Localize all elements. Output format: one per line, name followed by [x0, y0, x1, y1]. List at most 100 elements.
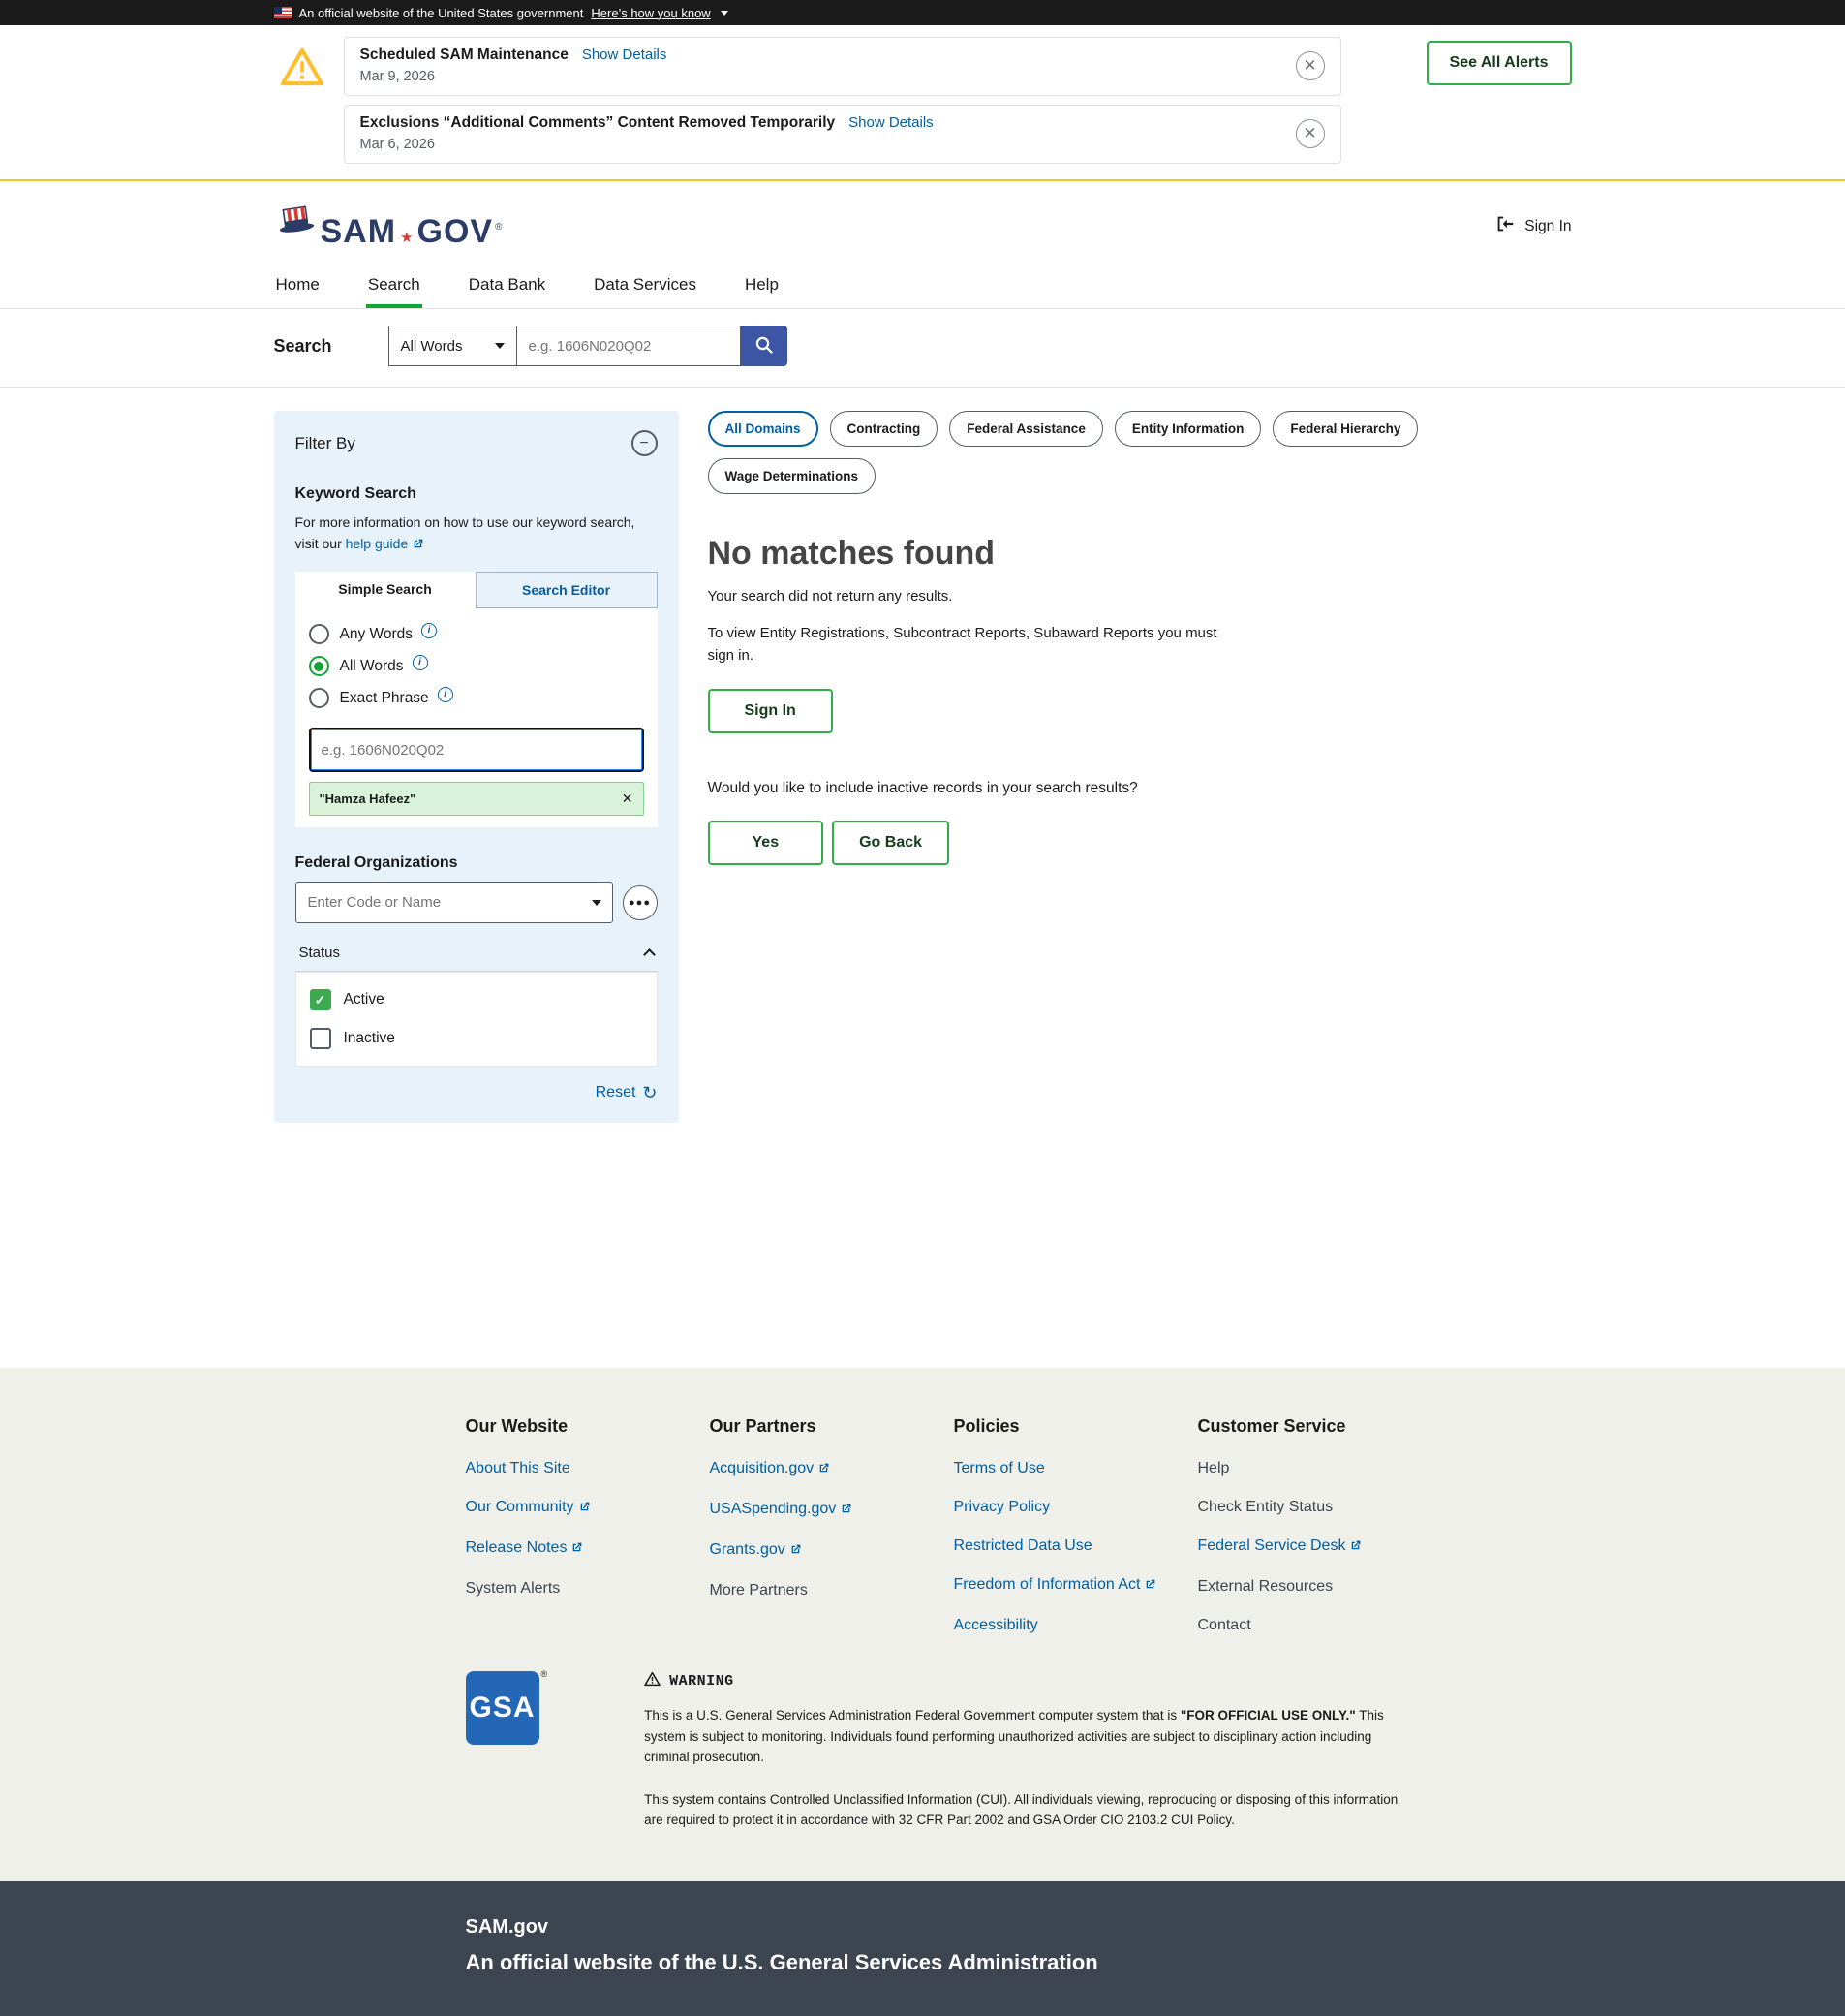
global-search-input[interactable] [516, 326, 741, 366]
results-sign-in-button[interactable]: Sign In [708, 689, 833, 733]
keyword-tag: "Hamza Hafeez" ✕ [309, 782, 644, 816]
checkbox-unchecked-icon[interactable] [310, 1028, 331, 1049]
show-details-link[interactable]: Show Details [582, 47, 667, 63]
remove-tag-icon[interactable]: ✕ [622, 791, 633, 807]
tab-search-editor[interactable]: Search Editor [476, 572, 658, 608]
refresh-icon[interactable]: ↻ [642, 1084, 657, 1101]
pill-entity-information[interactable]: Entity Information [1115, 411, 1262, 447]
active-label: Active [344, 991, 384, 1008]
footer-link-label: Freedom of Information Act [954, 1576, 1141, 1593]
status-option-inactive[interactable]: Inactive [296, 1019, 657, 1058]
footer-link-check-entity-status[interactable]: Check Entity Status [1198, 1499, 1442, 1516]
footer-link-privacy-policy[interactable]: Privacy Policy [954, 1499, 1198, 1516]
logo-gov-text: GOV [417, 215, 494, 248]
footer-heading: Policies [954, 1416, 1198, 1437]
chevron-down-icon [592, 900, 601, 906]
pill-contracting[interactable]: Contracting [830, 411, 938, 447]
pill-federal-assistance[interactable]: Federal Assistance [949, 411, 1103, 447]
status-section-toggle[interactable]: Status [295, 945, 658, 972]
sign-in-note: To view Entity Registrations, Subcontrac… [708, 622, 1236, 667]
search-mode-select[interactable]: All Words [388, 326, 516, 366]
status-option-active[interactable]: ✓ Active [296, 980, 657, 1019]
see-all-alerts-button[interactable]: See All Alerts [1427, 41, 1572, 85]
sam-gov-logo[interactable]: SAM ★ GOV ® [274, 204, 503, 248]
footer-heading: Our Website [466, 1416, 710, 1437]
nav-home[interactable]: Home [274, 262, 322, 308]
footer-link-contact[interactable]: Contact [1198, 1617, 1442, 1634]
sign-in-label: Sign In [1524, 218, 1571, 235]
filter-panel: Filter By − Keyword Search For more info… [274, 411, 679, 1123]
close-alert-button[interactable]: ✕ [1296, 119, 1325, 148]
close-alert-button[interactable]: ✕ [1296, 51, 1325, 80]
radio-any-words[interactable] [309, 624, 329, 644]
radio-all-words[interactable] [309, 656, 329, 676]
alerts-section: Scheduled SAM Maintenance Show Details M… [0, 25, 1845, 181]
external-link-icon [817, 1462, 830, 1479]
show-details-link[interactable]: Show Details [848, 114, 934, 131]
radio-exact-phrase[interactable] [309, 688, 329, 708]
footer-link-terms-of-use[interactable]: Terms of Use [954, 1460, 1198, 1477]
uncle-sam-hat-icon [274, 204, 319, 248]
footer-heading: Our Partners [710, 1416, 954, 1437]
logo-sam-text: SAM [321, 215, 397, 248]
sign-in-icon [1494, 213, 1516, 239]
help-guide-link[interactable]: help guide [346, 536, 425, 551]
footer-link-accessibility[interactable]: Accessibility [954, 1617, 1198, 1634]
warning-triangle-icon [644, 1671, 661, 1691]
info-icon[interactable]: i [421, 623, 437, 638]
inactive-records-question: Would you like to include inactive recor… [708, 780, 1572, 797]
nav-data-bank[interactable]: Data Bank [467, 262, 547, 308]
collapse-filters-button[interactable]: − [631, 430, 658, 456]
footer-col-policies: Policies Terms of Use Privacy Policy Res… [954, 1416, 1198, 1656]
go-back-button[interactable]: Go Back [832, 821, 949, 865]
gsa-logo-text: GSA [469, 1691, 535, 1724]
federal-org-input[interactable] [295, 882, 613, 923]
system-warning: WARNING This is a U.S. General Services … [644, 1671, 1419, 1831]
tab-simple-search[interactable]: Simple Search [295, 572, 476, 608]
pill-federal-hierarchy[interactable]: Federal Hierarchy [1273, 411, 1418, 447]
simple-search-box: Any Words i All Words i Exact Phrase i "… [295, 608, 658, 827]
header-sign-in-link[interactable]: Sign In [1494, 213, 1571, 239]
pill-wage-determinations[interactable]: Wage Determinations [708, 458, 876, 494]
reset-filters-link[interactable]: Reset [596, 1084, 636, 1101]
pill-all-domains[interactable]: All Domains [708, 411, 818, 447]
checkbox-checked-icon[interactable]: ✓ [310, 989, 331, 1010]
info-icon[interactable]: i [438, 687, 453, 702]
domain-filter-pills: All Domains Contracting Federal Assistan… [708, 411, 1572, 494]
footer-link-grants-gov[interactable]: Grants.gov [710, 1541, 954, 1561]
search-label: Search [274, 336, 332, 357]
footer-link-acquisition-gov[interactable]: Acquisition.gov [710, 1460, 954, 1479]
yes-button[interactable]: Yes [708, 821, 824, 865]
info-icon[interactable]: i [413, 655, 428, 670]
external-link-icon [1349, 1539, 1362, 1557]
registered-mark: ® [541, 1669, 548, 1679]
footer-link-help[interactable]: Help [1198, 1460, 1442, 1477]
alert-title: Exclusions “Additional Comments” Content… [360, 114, 836, 132]
warning-triangle-icon [280, 47, 324, 92]
footer-link-usaspending-gov[interactable]: USASpending.gov [710, 1501, 954, 1520]
footer-link-federal-service-desk[interactable]: Federal Service Desk [1198, 1537, 1442, 1557]
footer-link-system-alerts[interactable]: System Alerts [466, 1580, 710, 1597]
keyword-search-input[interactable] [309, 728, 644, 772]
footer-link-our-community[interactable]: Our Community [466, 1499, 710, 1518]
how-you-know-link[interactable]: Here’s how you know [591, 6, 710, 20]
us-flag-icon [274, 7, 292, 18]
footer-link-restricted-data-use[interactable]: Restricted Data Use [954, 1537, 1198, 1555]
footer-link-about-this-site[interactable]: About This Site [466, 1460, 710, 1477]
footer-heading: Customer Service [1198, 1416, 1442, 1437]
keyword-tag-label: "Hamza Hafeez" [320, 791, 416, 806]
footer-link-more-partners[interactable]: More Partners [710, 1582, 954, 1599]
footer-link-foia[interactable]: Freedom of Information Act [954, 1576, 1198, 1596]
federal-org-combobox[interactable] [295, 882, 613, 923]
status-options: ✓ Active Inactive [295, 972, 658, 1067]
search-submit-button[interactable] [741, 326, 787, 366]
footer-link-release-notes[interactable]: Release Notes [466, 1539, 710, 1559]
keyword-search-heading: Keyword Search [295, 485, 658, 503]
site-header: SAM ★ GOV ® Sign In [274, 181, 1572, 262]
nav-help[interactable]: Help [743, 262, 781, 308]
nav-data-services[interactable]: Data Services [592, 262, 698, 308]
more-options-button[interactable]: ●●● [623, 885, 658, 920]
alert-date: Mar 6, 2026 [360, 137, 1282, 152]
footer-link-external-resources[interactable]: External Resources [1198, 1578, 1442, 1596]
nav-search[interactable]: Search [366, 262, 422, 308]
